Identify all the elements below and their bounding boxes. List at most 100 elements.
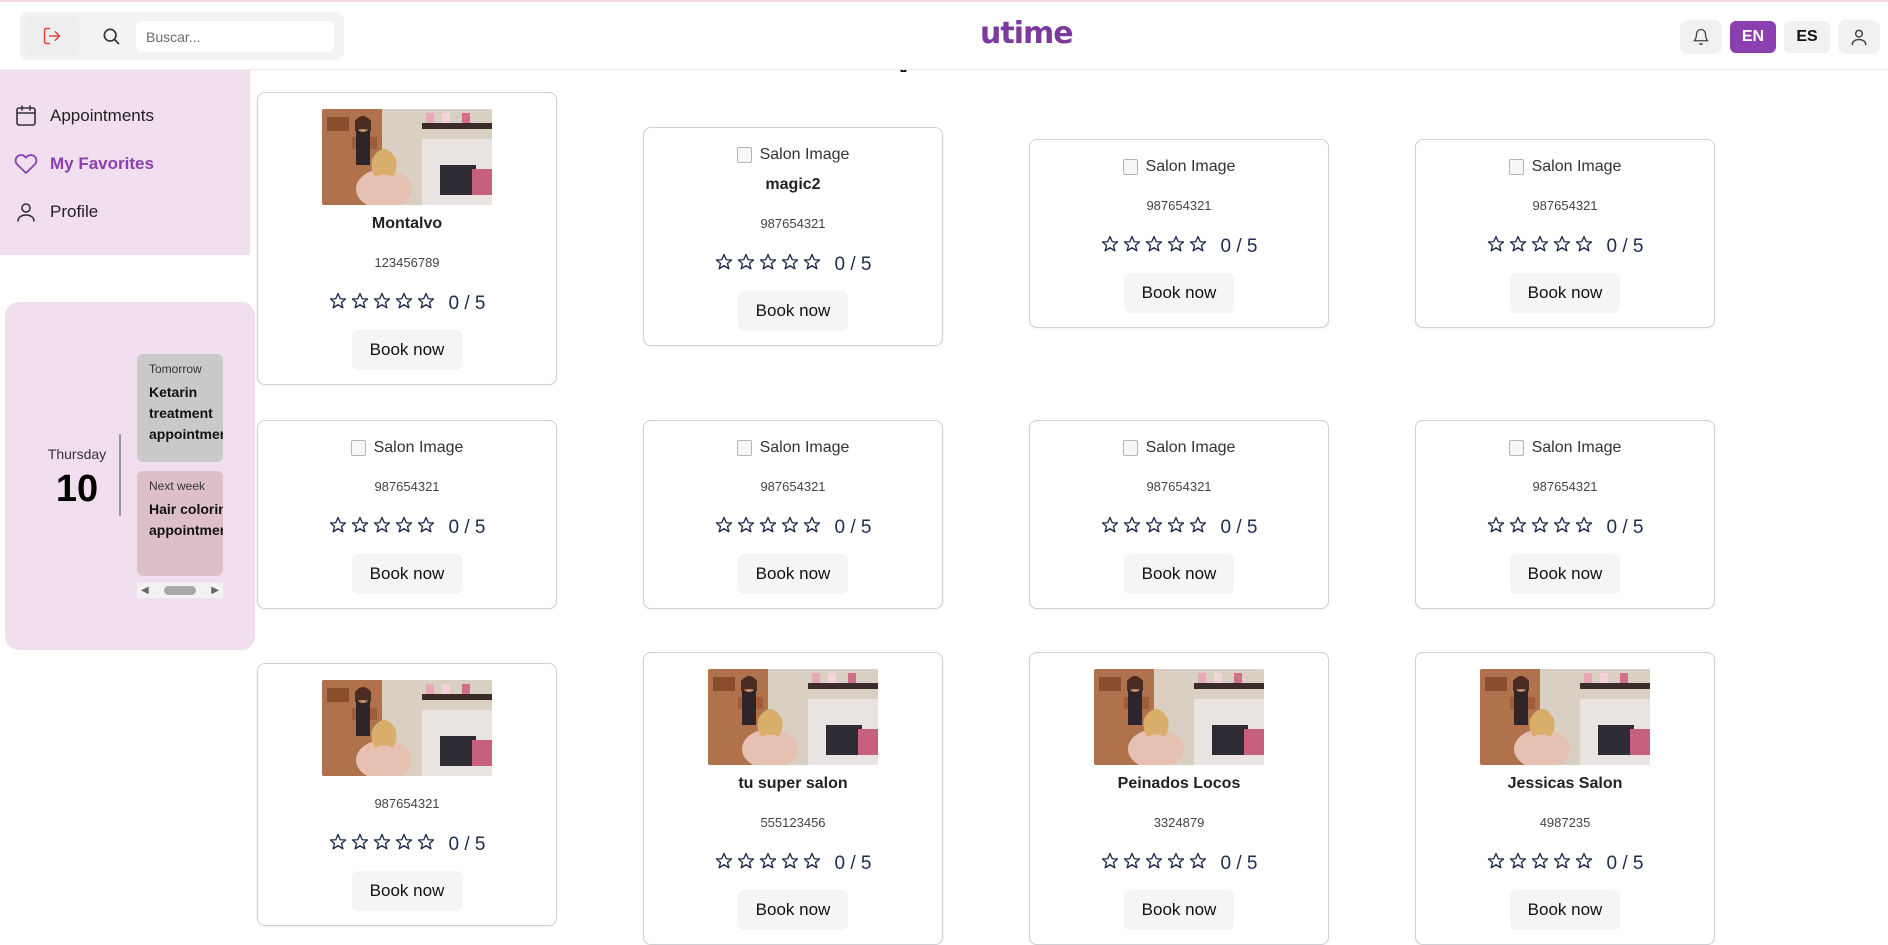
scroll-right-arrow-icon[interactable]: ▶: [211, 585, 219, 596]
book-now-button[interactable]: Book now: [737, 291, 849, 331]
star-icon[interactable]: [781, 516, 799, 540]
star-icon[interactable]: [1553, 235, 1571, 259]
horizontal-scrollbar[interactable]: ◀ ▶: [137, 582, 223, 598]
sidebar-item-appointments[interactable]: Appointments: [14, 100, 154, 132]
book-now-button[interactable]: Book now: [737, 554, 849, 594]
star-icon[interactable]: [1553, 852, 1571, 876]
star-icon[interactable]: [781, 852, 799, 876]
star-icon[interactable]: [803, 253, 821, 277]
salon-card[interactable]: Salon Image 987654321 0 / 5 Book now: [643, 420, 943, 609]
salon-card[interactable]: tu super salon 555123456 0 / 5 Book now: [643, 652, 943, 945]
star-icon[interactable]: [351, 516, 369, 540]
salon-card[interactable]: Salon Image 987654321 0 / 5 Book now: [1415, 420, 1715, 609]
star-icon[interactable]: [373, 833, 391, 857]
star-icon[interactable]: [1487, 235, 1505, 259]
star-icon[interactable]: [803, 852, 821, 876]
star-icon[interactable]: [1553, 516, 1571, 540]
star-icon[interactable]: [395, 833, 413, 857]
events-scroll-area[interactable]: Tomorrow Ketarin treatment appointment N…: [137, 354, 223, 600]
star-icon[interactable]: [1189, 852, 1207, 876]
star-icon[interactable]: [1575, 235, 1593, 259]
star-icon[interactable]: [1145, 235, 1163, 259]
salon-card[interactable]: Salon Image 987654321 0 / 5 Book now: [1415, 139, 1715, 328]
app-logo[interactable]: utime: [980, 16, 1074, 51]
star-icon[interactable]: [759, 516, 777, 540]
star-icon[interactable]: [1145, 516, 1163, 540]
star-icon[interactable]: [715, 253, 733, 277]
search-button[interactable]: [90, 16, 132, 56]
book-now-button[interactable]: Book now: [1509, 554, 1621, 594]
star-icon[interactable]: [781, 253, 799, 277]
star-icon[interactable]: [1123, 516, 1141, 540]
salon-card[interactable]: Salon Image 987654321 0 / 5 Book now: [1029, 139, 1329, 328]
book-now-button[interactable]: Book now: [1123, 273, 1235, 313]
star-icon[interactable]: [1167, 516, 1185, 540]
star-icon[interactable]: [1167, 235, 1185, 259]
sidebar-item-profile[interactable]: Profile: [14, 196, 98, 228]
star-icon[interactable]: [1123, 235, 1141, 259]
book-now-button[interactable]: Book now: [737, 890, 849, 930]
salon-card[interactable]: Peinados Locos 3324879 0 / 5 Book now: [1029, 652, 1329, 945]
book-now-button[interactable]: Book now: [351, 554, 463, 594]
star-icon[interactable]: [1101, 516, 1119, 540]
star-icon[interactable]: [737, 852, 755, 876]
star-icon[interactable]: [1101, 852, 1119, 876]
salon-card[interactable]: Salon Image magic2 987654321 0 / 5 Book now: [643, 127, 943, 346]
star-icon[interactable]: [1531, 852, 1549, 876]
star-icon[interactable]: [329, 833, 347, 857]
star-icon[interactable]: [417, 292, 435, 316]
star-icon[interactable]: [351, 833, 369, 857]
scrollbar-thumb[interactable]: [164, 585, 196, 595]
lang-es-button[interactable]: ES: [1784, 21, 1830, 53]
star-icon[interactable]: [1531, 516, 1549, 540]
salon-card[interactable]: Salon Image 987654321 0 / 5 Book now: [1029, 420, 1329, 609]
star-icon[interactable]: [715, 516, 733, 540]
book-now-button[interactable]: Book now: [1509, 273, 1621, 313]
star-icon[interactable]: [715, 852, 733, 876]
search-input[interactable]: [136, 21, 334, 52]
book-now-button[interactable]: Book now: [1123, 554, 1235, 594]
star-icon[interactable]: [351, 292, 369, 316]
salon-card[interactable]: Salon Image 987654321 0 / 5 Book now: [257, 420, 557, 609]
book-now-button[interactable]: Book now: [351, 330, 463, 370]
star-icon[interactable]: [1123, 852, 1141, 876]
star-icon[interactable]: [1145, 852, 1163, 876]
star-icon[interactable]: [417, 516, 435, 540]
star-icon[interactable]: [737, 253, 755, 277]
star-icon[interactable]: [329, 292, 347, 316]
star-icon[interactable]: [1575, 852, 1593, 876]
star-icon[interactable]: [1167, 852, 1185, 876]
star-icon[interactable]: [417, 833, 435, 857]
star-icon[interactable]: [373, 292, 391, 316]
account-button[interactable]: [1838, 20, 1880, 54]
star-icon[interactable]: [373, 516, 391, 540]
book-now-button[interactable]: Book now: [1123, 890, 1235, 930]
star-icon[interactable]: [759, 253, 777, 277]
event-card[interactable]: Tomorrow Ketarin treatment appointment: [137, 354, 223, 462]
event-card[interactable]: Next week Hair coloring appointment: [137, 471, 223, 576]
star-icon[interactable]: [759, 852, 777, 876]
salon-card[interactable]: Jessicas Salon 4987235 0 / 5 Book now: [1415, 652, 1715, 945]
notifications-button[interactable]: [1680, 20, 1722, 54]
scroll-left-arrow-icon[interactable]: ◀: [141, 585, 149, 596]
star-icon[interactable]: [1575, 516, 1593, 540]
star-icon[interactable]: [329, 516, 347, 540]
sidebar-item-favorites[interactable]: My Favorites: [14, 148, 154, 180]
salon-card[interactable]: Montalvo 123456789 0 / 5 Book now: [257, 92, 557, 385]
star-icon[interactable]: [1189, 516, 1207, 540]
star-icon[interactable]: [1509, 852, 1527, 876]
star-icon[interactable]: [1531, 235, 1549, 259]
star-icon[interactable]: [395, 516, 413, 540]
star-icon[interactable]: [1189, 235, 1207, 259]
star-icon[interactable]: [395, 292, 413, 316]
star-icon[interactable]: [803, 516, 821, 540]
book-now-button[interactable]: Book now: [351, 871, 463, 911]
star-icon[interactable]: [1487, 852, 1505, 876]
salon-card[interactable]: 987654321 0 / 5 Book now: [257, 663, 557, 926]
logout-button[interactable]: [24, 16, 80, 56]
star-icon[interactable]: [1509, 235, 1527, 259]
star-icon[interactable]: [1101, 235, 1119, 259]
lang-en-button[interactable]: EN: [1730, 21, 1776, 53]
star-icon[interactable]: [737, 516, 755, 540]
star-icon[interactable]: [1509, 516, 1527, 540]
